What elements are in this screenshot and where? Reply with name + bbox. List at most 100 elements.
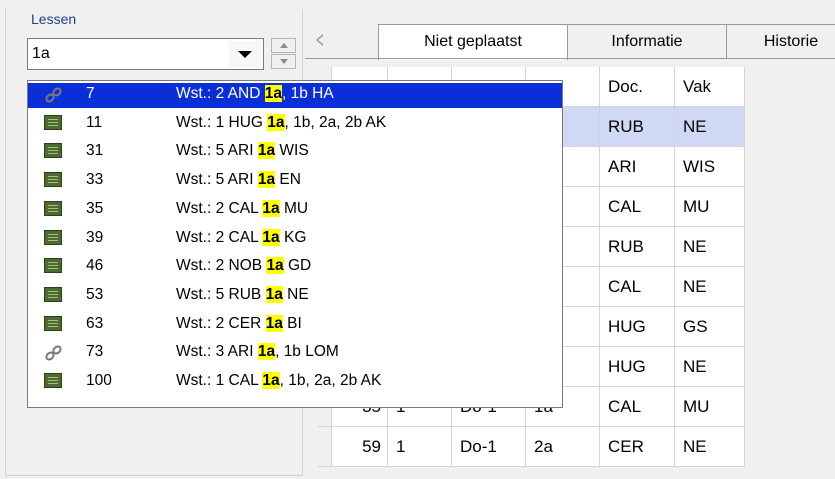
table-cell[interactable]: CER — [600, 427, 675, 467]
item-id: 53 — [86, 285, 104, 303]
chevron-down-icon — [238, 51, 252, 58]
item-desc-prefix: Wst.: 1 HUG — [176, 113, 268, 131]
tab-label: Niet geplaatst — [424, 33, 522, 50]
dropdown-item[interactable]: 39 Wst.: 2 CAL 1a KG — [28, 227, 562, 252]
combo-dropdown-button[interactable] — [229, 41, 261, 67]
table-cell[interactable]: NE — [675, 267, 745, 307]
table-cell[interactable]: NE — [675, 427, 745, 467]
item-desc-suffix: KG — [279, 228, 307, 246]
table-cell[interactable]: 2a — [526, 427, 600, 467]
dropdown-item[interactable]: 7 Wst.: 2 AND 1a, 1b HA — [28, 83, 562, 108]
dropdown-item[interactable]: 73 Wst.: 3 ARI 1a, 1b LOM — [28, 341, 562, 366]
table-cell[interactable]: MU — [675, 387, 745, 427]
item-desc-suffix: WIS — [275, 142, 309, 160]
search-match-highlight: 1a — [264, 85, 282, 102]
search-match-highlight: 1a — [265, 285, 283, 303]
table-cell[interactable]: HUG — [600, 307, 675, 347]
table-cell[interactable]: CAL — [600, 387, 675, 427]
lesson-dropdown-list[interactable]: 7 Wst.: 2 AND 1a, 1b HA 11 Wst.: 1 HUG 1a, … — [27, 80, 563, 408]
arrow-up-icon — [280, 43, 288, 48]
lesson-icon — [44, 172, 62, 188]
table-cell[interactable]: RUB — [600, 107, 675, 147]
link-icon — [44, 86, 62, 103]
search-match-highlight: 1a — [266, 257, 284, 275]
table-cell[interactable]: HUG — [600, 347, 675, 387]
item-id: 35 — [86, 199, 104, 217]
combo-value[interactable]: 1a — [32, 45, 50, 63]
search-match-highlight: 1a — [257, 171, 276, 189]
search-match-highlight: 1a — [257, 343, 276, 361]
lesson-icon — [44, 315, 62, 331]
item-description: Wst.: 2 CAL 1a MU — [176, 198, 308, 220]
tab-informatie[interactable]: Informatie — [567, 24, 727, 58]
item-description: Wst.: 1 CAL 1a, 1b, 2a, 2b AK — [176, 370, 381, 392]
tab-label: Informatie — [611, 33, 683, 50]
table-cell[interactable]: RUB — [600, 227, 675, 267]
table-cell[interactable]: 59 — [332, 427, 388, 467]
arrow-down-icon — [280, 59, 288, 64]
lesson-icon — [44, 373, 62, 388]
dropdown-item[interactable]: 53 Wst.: 5 RUB 1a NE — [28, 284, 562, 309]
tab-historie[interactable]: Historie — [726, 24, 835, 58]
table-cell[interactable]: NE — [675, 107, 745, 147]
search-match-highlight: 1a — [257, 142, 276, 160]
lesson-icon — [44, 200, 62, 216]
column-header[interactable]: Vak — [675, 67, 745, 107]
item-desc-suffix: GD — [283, 257, 312, 275]
dropdown-item[interactable]: 46 Wst.: 2 NOB 1a GD — [28, 255, 562, 280]
item-desc-prefix: Wst.: 5 RUB — [176, 285, 266, 303]
lesson-icon — [44, 143, 62, 159]
item-desc-suffix: EN — [275, 171, 301, 189]
table-cell[interactable]: 1 — [388, 427, 452, 467]
table-cell[interactable]: WIS — [675, 147, 745, 187]
lesson-icon — [44, 114, 62, 130]
lesson-icon — [44, 286, 62, 302]
dropdown-item[interactable]: 63 Wst.: 2 CER 1a BI — [28, 313, 562, 338]
panel-title: Lessen — [31, 11, 77, 27]
item-description: Wst.: 3 ARI 1a, 1b LOM — [176, 341, 339, 363]
item-desc-prefix: Wst.: 2 NOB — [176, 257, 267, 275]
dropdown-item[interactable]: 100 Wst.: 1 CAL 1a, 1b, 2a, 2b AK — [28, 370, 562, 395]
table-cell[interactable]: MU — [675, 187, 745, 227]
item-desc-prefix: Wst.: 2 CAL — [176, 228, 263, 246]
table-cell[interactable]: CAL — [600, 267, 675, 307]
table-cell[interactable]: NE — [675, 227, 745, 267]
item-description: Wst.: 2 AND 1a, 1b HA — [176, 83, 334, 105]
search-match-highlight: 1a — [262, 228, 280, 246]
collapse-arrow-icon[interactable] — [316, 34, 323, 46]
spin-up-button[interactable] — [271, 38, 296, 53]
item-desc-suffix: , 1b, 2a, 2b AK — [284, 113, 387, 131]
row-header[interactable] — [318, 427, 332, 467]
item-desc-suffix: , 1b HA — [281, 85, 334, 102]
dropdown-item[interactable]: 11 Wst.: 1 HUG 1a, 1b, 2a, 2b AK — [28, 112, 562, 137]
dropdown-item[interactable]: 35 Wst.: 2 CAL 1a MU — [28, 198, 562, 223]
dropdown-item[interactable]: 33 Wst.: 5 ARI 1a EN — [28, 169, 562, 194]
table-cell[interactable]: NE — [675, 347, 745, 387]
lesson-search-combobox[interactable]: 1a — [27, 38, 264, 70]
spin-down-button[interactable] — [271, 54, 296, 69]
column-header[interactable]: Doc. — [600, 67, 675, 107]
item-id: 33 — [86, 171, 104, 189]
item-desc-suffix: MU — [279, 199, 309, 217]
dropdown-item[interactable]: 31 Wst.: 5 ARI 1a WIS — [28, 140, 562, 165]
table-cell[interactable]: GS — [675, 307, 745, 347]
lesson-icon — [44, 229, 62, 245]
item-id: 11 — [86, 113, 103, 131]
item-id: 31 — [86, 142, 104, 160]
table-cell[interactable]: CAL — [600, 187, 675, 227]
table-cell[interactable]: Do-1 — [452, 427, 526, 467]
item-description: Wst.: 5 ARI 1a WIS — [176, 140, 309, 162]
tab-niet-geplaatst[interactable]: Niet geplaatst — [378, 24, 568, 60]
lesson-icon — [44, 258, 62, 274]
item-id: 46 — [86, 257, 104, 275]
item-id: 39 — [86, 228, 104, 246]
item-desc-suffix: BI — [282, 314, 302, 332]
item-desc-prefix: Wst.: 2 CER — [176, 314, 266, 332]
table-cell[interactable]: ARI — [600, 147, 675, 187]
item-description: Wst.: 5 RUB 1a NE — [176, 284, 309, 306]
item-description: Wst.: 1 HUG 1a, 1b, 2a, 2b AK — [176, 112, 386, 134]
item-description: Wst.: 2 NOB 1a GD — [176, 255, 311, 277]
item-description: Wst.: 2 CAL 1a KG — [176, 227, 306, 249]
link-icon — [44, 344, 62, 361]
item-desc-suffix: , 1b, 2a, 2b AK — [279, 372, 382, 389]
